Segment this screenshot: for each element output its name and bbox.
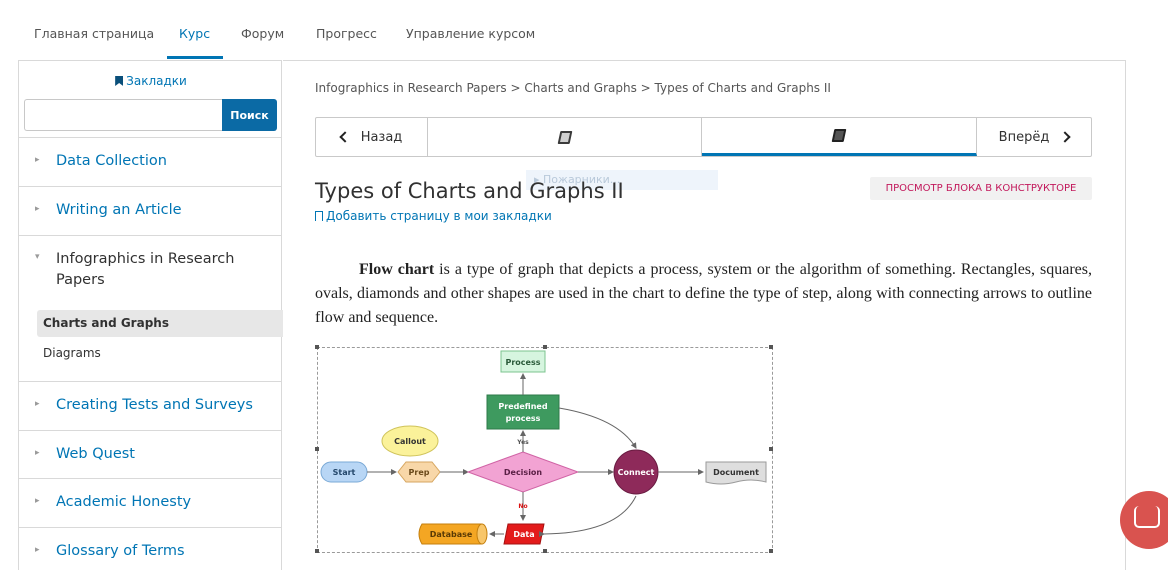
sidebar-section-label: Creating Tests and Surveys <box>56 397 253 413</box>
tab-course[interactable]: Курс <box>179 26 210 41</box>
tab-course-management[interactable]: Управление курсом <box>406 26 535 41</box>
predefined-label-line1: Predefined <box>498 402 547 411</box>
sidebar-section-label: Academic Honesty <box>56 494 192 510</box>
sequence-unit-tab[interactable] <box>428 118 702 156</box>
sidebar-subsection-diagrams[interactable]: Diagrams <box>37 340 287 367</box>
sidebar-section-label: Glossary of Terms <box>56 543 185 559</box>
sidebar-section-label: Writing an Article <box>56 202 182 218</box>
breadcrumb: Infographics in Research Papers > Charts… <box>315 81 831 95</box>
active-tab-indicator <box>167 56 223 59</box>
chevron-right-icon: ▸ <box>35 545 40 555</box>
prep-label: Prep <box>409 468 430 477</box>
view-in-studio-button[interactable]: ПРОСМОТР БЛОКА В КОНСТРУКТОРЕ <box>870 177 1092 200</box>
sidebar-section-infographics[interactable]: ▾ Infographics in Research Papers Charts… <box>19 235 287 381</box>
chevron-right-icon: ▸ <box>35 399 40 409</box>
page-title: Types of Charts and Graphs II <box>315 179 624 203</box>
book-icon <box>557 130 572 144</box>
predefined-label-line2: process <box>506 414 541 423</box>
chevron-right-icon: ▸ <box>35 448 40 458</box>
document-label: Document <box>713 468 759 477</box>
search-button[interactable]: Поиск <box>222 99 277 131</box>
tab-progress[interactable]: Прогресс <box>316 26 377 41</box>
bookmarks-label: Закладки <box>126 74 187 88</box>
add-bookmark-button[interactable]: Добавить страницу в мои закладки <box>315 209 552 223</box>
chat-icon <box>1134 506 1160 528</box>
chevron-right-icon: ▸ <box>35 204 40 214</box>
bookmark-outline-icon <box>315 211 323 221</box>
yes-label: Yes <box>516 439 529 446</box>
sidebar-section-data-collection[interactable]: ▸ Data Collection <box>19 137 281 186</box>
previous-label: Назад <box>360 129 403 145</box>
connect-label: Connect <box>618 468 655 477</box>
sidebar-section-label: Data Collection <box>56 153 167 169</box>
bookmark-icon <box>115 76 124 86</box>
tab-home[interactable]: Главная страница <box>34 26 154 41</box>
flowchart-diagram: Process Predefined process Callout Start… <box>320 350 767 545</box>
sidebar-section-glossary[interactable]: ▸ Glossary of Terms <box>19 527 281 570</box>
chevron-right-icon <box>1059 131 1071 143</box>
chevron-left-icon <box>339 131 351 143</box>
database-node-cap <box>476 523 488 545</box>
data-label: Data <box>513 530 534 539</box>
unit-content: Infographics in Research Papers > Charts… <box>283 60 1126 570</box>
sidebar-subsection-charts-and-graphs[interactable]: Charts and Graphs <box>37 310 287 337</box>
sidebar-section-creating-tests[interactable]: ▸ Creating Tests and Surveys <box>19 381 281 430</box>
chevron-down-icon: ▾ <box>35 252 40 262</box>
sidebar-section-web-quest[interactable]: ▸ Web Quest <box>19 430 281 478</box>
sidebar-section-label: Web Quest <box>56 446 135 462</box>
flowchart-image[interactable]: Process Predefined process Callout Start… <box>315 345 773 553</box>
tab-forum[interactable]: Форум <box>241 26 284 41</box>
sidebar-section-academic-honesty[interactable]: ▸ Academic Honesty <box>19 478 281 527</box>
book-icon <box>831 129 847 142</box>
add-bookmark-label: Добавить страницу в мои закладки <box>326 209 552 223</box>
course-tabs: Главная страница Курс Форум Прогресс Упр… <box>0 0 1168 60</box>
chevron-right-icon: ▸ <box>35 496 40 506</box>
process-label: Process <box>506 358 541 367</box>
callout-label: Callout <box>394 437 426 446</box>
predefined-process-node <box>486 394 560 430</box>
start-label: Start <box>333 468 356 477</box>
no-label: No <box>518 503 527 510</box>
course-outline-sidebar: Закладки Поиск ▸ Data Collection ▸ Writi… <box>18 60 287 570</box>
chat-button[interactable] <box>1120 491 1168 549</box>
sequence-unit-tab-active[interactable] <box>702 118 977 156</box>
chevron-right-icon: ▸ <box>35 155 40 165</box>
next-button[interactable]: Вперёд <box>977 118 1091 156</box>
previous-button[interactable]: Назад <box>316 118 428 156</box>
decision-label: Decision <box>504 468 543 477</box>
next-label: Вперёд <box>998 129 1050 145</box>
sequence-navigation: Назад Вперёд <box>315 117 1092 157</box>
bookmarks-link[interactable]: Закладки <box>19 74 283 88</box>
sidebar-section-writing-an-article[interactable]: ▸ Writing an Article <box>19 186 281 235</box>
search-input[interactable] <box>24 99 222 131</box>
term-flow-chart: Flow chart <box>359 261 435 278</box>
database-label: Database <box>430 530 473 539</box>
content-paragraph: Flow chart is a type of graph that depic… <box>315 258 1092 330</box>
sidebar-section-label: Infographics in Research Papers <box>56 251 235 288</box>
